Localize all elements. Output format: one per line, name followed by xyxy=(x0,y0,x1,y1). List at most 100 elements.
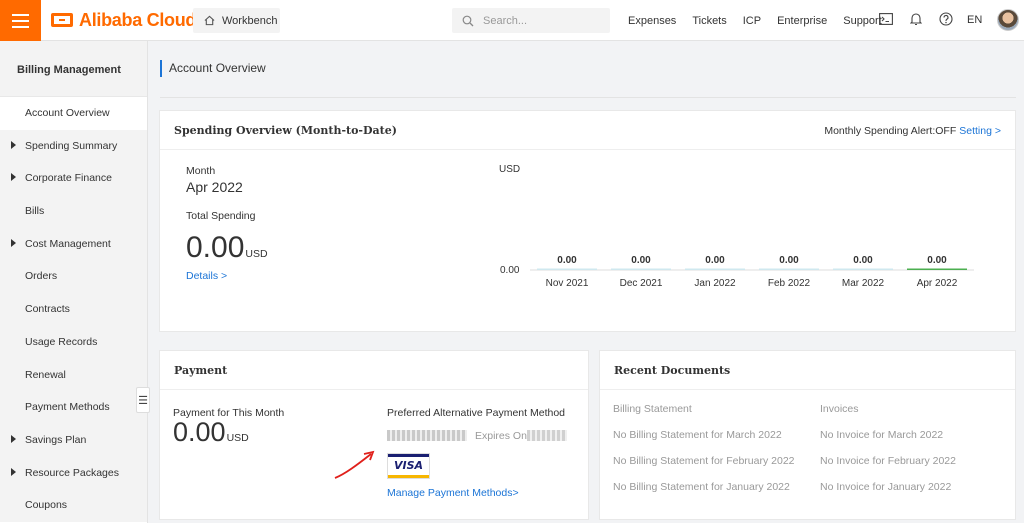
top-nav: Expenses Tickets ICP Enterprise Support xyxy=(628,0,898,41)
x-tick-label: Dec 2021 xyxy=(620,278,663,289)
expires-label: Expires On xyxy=(475,430,527,442)
caret-right-icon xyxy=(11,434,16,443)
sidebar-item-bills[interactable]: Bills xyxy=(0,195,147,228)
workbench-button[interactable]: Workbench xyxy=(193,8,280,33)
chart-bar xyxy=(907,268,967,270)
list-item: No Invoice for January 2022 xyxy=(820,481,952,493)
x-tick-label: Mar 2022 xyxy=(842,278,885,289)
home-icon xyxy=(204,15,215,26)
list-item: No Billing Statement for January 2022 xyxy=(613,481,790,493)
search-icon xyxy=(462,15,474,26)
chart-bar xyxy=(759,268,819,270)
setting-link[interactable]: Setting > xyxy=(959,125,1001,137)
nav-expenses[interactable]: Expenses xyxy=(628,15,676,27)
x-tick-label: Jan 2022 xyxy=(694,278,736,289)
x-tick-label: Feb 2022 xyxy=(768,278,811,289)
payment-card-title: Payment xyxy=(160,351,588,390)
recent-documents-card: Recent Documents Billing Statement No Bi… xyxy=(599,350,1016,520)
avatar[interactable] xyxy=(997,9,1019,31)
terminal-icon[interactable] xyxy=(878,11,893,26)
sidebar-item-label: Spending Summary xyxy=(25,139,118,152)
caret-right-icon xyxy=(11,173,16,182)
card-brand: VISA xyxy=(393,459,424,472)
payment-unit: USD xyxy=(226,432,249,444)
divider xyxy=(160,97,1016,98)
details-link[interactable]: Details > xyxy=(186,270,227,282)
masked-card-number xyxy=(387,430,467,441)
annotation-arrow-icon xyxy=(334,450,375,479)
data-label: 0.00 xyxy=(631,255,651,266)
data-label: 0.00 xyxy=(927,255,947,266)
month-label: Month xyxy=(186,165,216,177)
list-item: No Invoice for March 2022 xyxy=(820,429,944,441)
sidebar-item-label: Orders xyxy=(25,270,58,283)
sidebar-item-label: Cost Management xyxy=(25,237,111,250)
masked-expiry xyxy=(527,430,567,441)
sidebar-item-label: Account Overview xyxy=(25,107,110,119)
sidebar-item-label: Payment Methods xyxy=(25,401,110,414)
help-icon[interactable] xyxy=(938,11,953,26)
sidebar-item-label: Corporate Finance xyxy=(25,172,112,185)
data-label: 0.00 xyxy=(705,255,725,266)
month-value: Apr 2022 xyxy=(186,179,243,195)
total-unit: USD xyxy=(245,248,268,260)
data-label: 0.00 xyxy=(853,255,873,266)
invoices-header: Invoices xyxy=(820,403,859,415)
sidebar-item-label: Savings Plan xyxy=(25,433,87,446)
manage-payment-methods-link[interactable]: Manage Payment Methods> xyxy=(387,487,519,499)
spending-overview-card: Spending Overview (Month-to-Date) Monthl… xyxy=(159,110,1016,332)
sidebar-item-corporate-finance[interactable]: Corporate Finance xyxy=(0,162,147,196)
page-title: Account Overview xyxy=(160,60,266,77)
sidebar-item-account-overview[interactable]: Account Overview xyxy=(0,97,147,130)
sidebar-item-payment-methods[interactable]: Payment Methods xyxy=(0,391,147,424)
sidebar-title: Billing Management xyxy=(0,41,147,97)
preferred-method-label: Preferred Alternative Payment Method xyxy=(387,407,566,419)
total-amount: 0.00 xyxy=(186,231,245,264)
caret-right-icon xyxy=(11,140,16,149)
sidebar-item-orders[interactable]: Orders xyxy=(0,260,147,294)
sidebar-item-renewal[interactable]: Renewal xyxy=(0,358,147,392)
sidebar-item-usage-records[interactable]: Usage Records xyxy=(0,325,147,359)
list-item: No Billing Statement for March 2022 xyxy=(613,429,782,441)
chart-bar xyxy=(833,268,893,270)
sidebar-item-savings-plan[interactable]: Savings Plan xyxy=(0,423,147,457)
sidebar-item-coupons[interactable]: Coupons xyxy=(0,489,147,522)
x-tick-label: Apr 2022 xyxy=(917,278,958,289)
sidebar-item-cost-management[interactable]: Cost Management xyxy=(0,227,147,261)
nav-support[interactable]: Support xyxy=(843,15,882,27)
payment-card: Payment Payment for This Month 0.00USD P… xyxy=(159,350,589,520)
sidebar-item-resource-packages[interactable]: Resource Packages xyxy=(0,456,147,490)
sidebar-item-label: Coupons xyxy=(25,499,68,512)
alibaba-logo-icon xyxy=(51,13,73,27)
nav-icp[interactable]: ICP xyxy=(743,15,761,27)
logo-text: Alibaba Cloud xyxy=(79,9,197,30)
sidebar-item-label: Renewal xyxy=(25,368,66,381)
recent-documents-title: Recent Documents xyxy=(600,351,1015,390)
sidebar-item-label: Contracts xyxy=(25,303,70,316)
chart-bar xyxy=(685,268,745,270)
bell-icon[interactable] xyxy=(908,11,923,26)
chart-bar xyxy=(611,268,671,270)
caret-right-icon xyxy=(11,238,16,247)
alert-status: Monthly Spending Alert:OFF xyxy=(824,125,957,137)
list-item: No Billing Statement for February 2022 xyxy=(613,455,795,467)
language-switch[interactable]: EN xyxy=(967,14,982,26)
nav-tickets[interactable]: Tickets xyxy=(692,15,726,27)
sidebar-item-contracts[interactable]: Contracts xyxy=(0,293,147,326)
spending-alert: Monthly Spending Alert:OFF Setting > xyxy=(824,125,1001,137)
visa-card-icon: VISA xyxy=(387,453,430,479)
chart-bar xyxy=(537,268,597,270)
sidebar-item-spending-summary[interactable]: Spending Summary xyxy=(0,129,147,163)
search-input[interactable] xyxy=(483,14,603,27)
logo[interactable]: Alibaba Cloud xyxy=(51,9,196,31)
spending-chart: USD 0.00 0.00 Nov 2021 0.00 Dec 2021 0.00 Jan 2… xyxy=(499,164,974,289)
data-label: 0.00 xyxy=(779,255,799,266)
search-box[interactable] xyxy=(452,8,610,33)
caret-right-icon xyxy=(11,467,16,476)
data-label: 0.00 xyxy=(557,255,577,266)
sidebar-collapse-icon[interactable]: ☰ xyxy=(136,387,150,413)
menu-icon[interactable] xyxy=(0,0,41,41)
sidebar-item-label: Resource Packages xyxy=(25,466,119,479)
sidebar-item-label: Usage Records xyxy=(25,335,98,348)
nav-enterprise[interactable]: Enterprise xyxy=(777,15,827,27)
